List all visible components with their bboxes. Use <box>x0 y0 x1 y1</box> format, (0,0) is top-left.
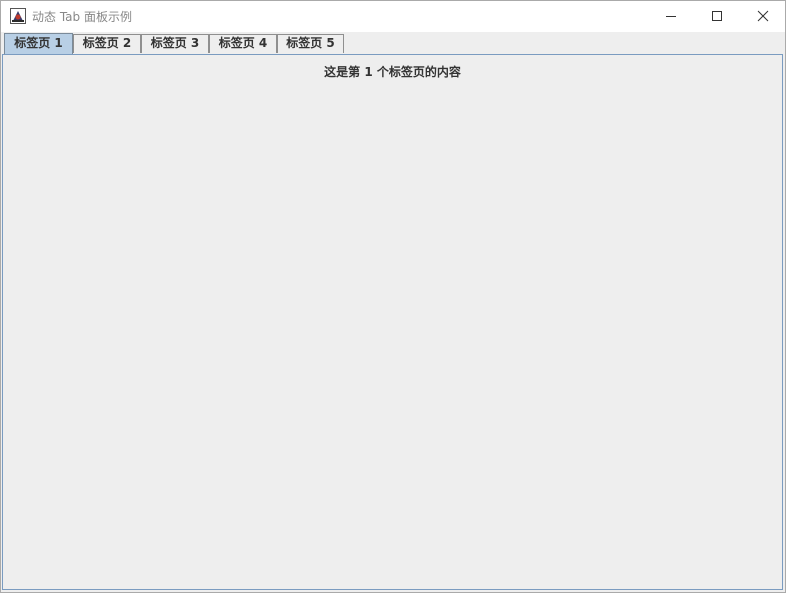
tab-3[interactable]: 标签页 3 <box>141 34 209 53</box>
tab-5[interactable]: 标签页 5 <box>277 34 344 53</box>
minimize-button[interactable] <box>648 1 694 32</box>
tab-content-label: 这是第 1 个标签页的内容 <box>324 65 461 79</box>
minimize-icon <box>666 16 676 17</box>
tab-2[interactable]: 标签页 2 <box>73 34 141 53</box>
tab-content-panel: 这是第 1 个标签页的内容 <box>2 54 783 590</box>
java-app-icon <box>10 8 26 24</box>
window-title: 动态 Tab 面板示例 <box>32 10 132 24</box>
close-button[interactable] <box>740 1 786 32</box>
maximize-icon <box>712 11 722 21</box>
title-bar[interactable]: 动态 Tab 面板示例 <box>1 1 785 32</box>
maximize-button[interactable] <box>694 1 740 32</box>
tab-1[interactable]: 标签页 1 <box>4 33 73 54</box>
tab-4[interactable]: 标签页 4 <box>209 34 277 53</box>
app-window: 动态 Tab 面板示例 标签页 1 标签页 2 标签页 3 标签页 4 标签页 … <box>0 0 786 593</box>
close-icon <box>757 10 769 22</box>
tab-strip: 标签页 1 标签页 2 标签页 3 标签页 4 标签页 5 <box>1 32 785 54</box>
